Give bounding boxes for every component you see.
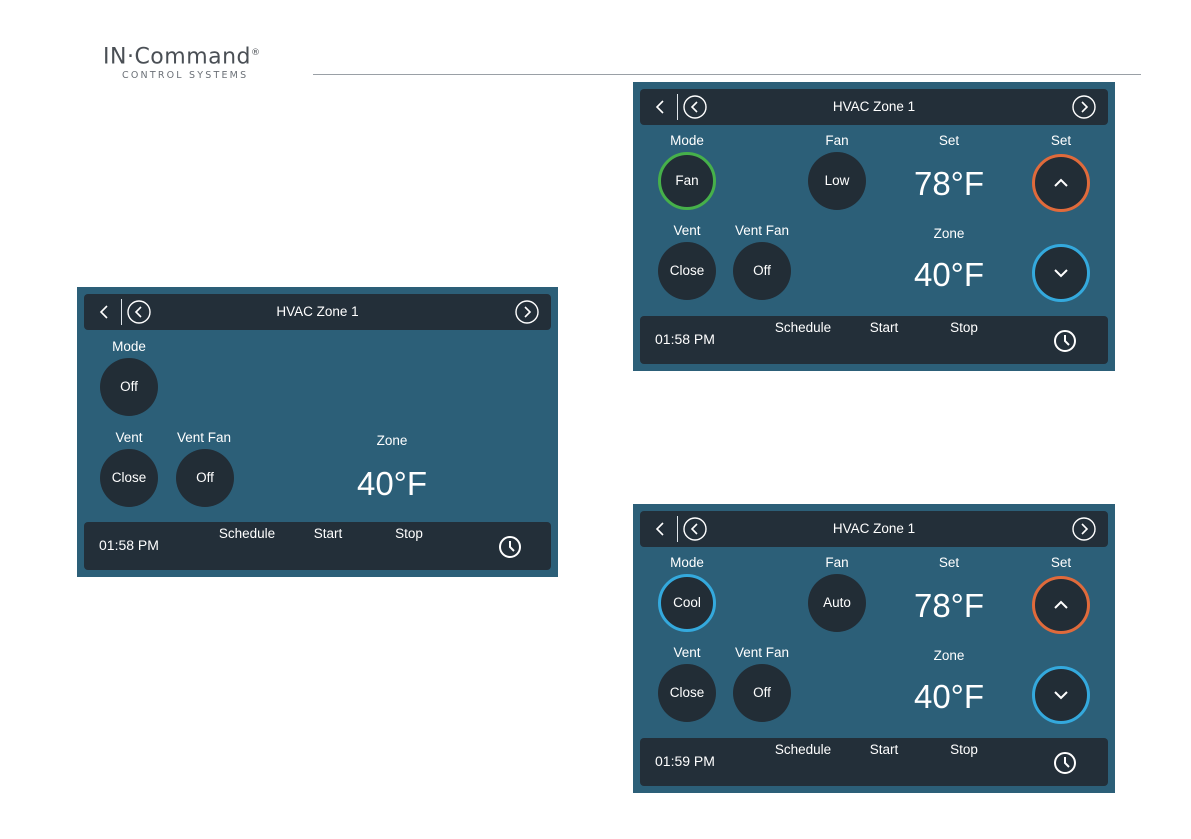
set-buttons-label: Set (1050, 133, 1072, 148)
start-button[interactable]: Start (844, 742, 924, 757)
brand-subtitle: CONTROL SYSTEMS (122, 70, 249, 82)
zone-title: HVAC Zone 1 (832, 99, 916, 114)
set-down-button[interactable] (1032, 666, 1090, 724)
fan-button[interactable]: Auto (808, 574, 866, 632)
chevron-down-icon (1054, 691, 1068, 700)
vent-button[interactable]: Close (658, 242, 716, 300)
clock-time: 01:58 PM (99, 537, 159, 553)
bottom-bar: 01:58 PM Schedule Start Stop (640, 316, 1108, 364)
fan-label: Fan (825, 133, 849, 148)
mode-button[interactable]: Fan (658, 152, 716, 210)
top-bar: HVAC Zone 1 (84, 294, 551, 330)
zone-label: Zone (376, 433, 408, 448)
zone-temperature: 40°F (913, 678, 985, 715)
bottom-bar: 01:59 PM Schedule Start Stop (640, 738, 1108, 786)
schedule-button[interactable]: Schedule (763, 742, 843, 757)
vent-fan-label: Vent Fan (734, 645, 790, 660)
mode-label: Mode (670, 133, 704, 148)
brand-logo: IN·Command® CONTROL SYSTEMS (103, 42, 261, 82)
set-temp-label: Set (938, 133, 960, 148)
clock-icon[interactable] (498, 535, 522, 559)
zone-label: Zone (933, 648, 965, 663)
set-up-button[interactable] (1032, 576, 1090, 634)
mode-button[interactable]: Off (100, 358, 158, 416)
vent-fan-label: Vent Fan (734, 223, 790, 238)
schedule-button[interactable]: Schedule (763, 320, 843, 335)
set-up-button[interactable] (1032, 154, 1090, 212)
start-button[interactable]: Start (844, 320, 924, 335)
clock-time: 01:59 PM (655, 753, 715, 769)
vent-fan-button[interactable]: Off (176, 449, 234, 507)
zone-title: HVAC Zone 1 (276, 304, 359, 319)
fan-button[interactable]: Low (808, 152, 866, 210)
brand-name: IN·Command (103, 44, 252, 70)
vent-button[interactable]: Close (658, 664, 716, 722)
header-divider (313, 74, 1141, 75)
set-temp-label: Set (938, 555, 960, 570)
set-down-button[interactable] (1032, 244, 1090, 302)
vent-fan-label: Vent Fan (176, 430, 232, 445)
zone-temperature: 40°F (913, 256, 985, 293)
brand-registered-mark: ® (251, 48, 261, 58)
set-temperature: 78°F (913, 587, 985, 624)
vent-button[interactable]: Close (100, 449, 158, 507)
stop-button[interactable]: Stop (924, 742, 1004, 757)
schedule-button[interactable]: Schedule (207, 526, 287, 541)
zone-title: HVAC Zone 1 (832, 521, 916, 536)
next-zone-icon[interactable] (1072, 517, 1096, 541)
start-button[interactable]: Start (288, 526, 368, 541)
top-bar: HVAC Zone 1 (640, 511, 1108, 547)
bottom-bar: 01:58 PM Schedule Start Stop (84, 522, 551, 570)
chevron-down-icon (1054, 269, 1068, 278)
mode-label: Mode (112, 339, 146, 354)
zone-temperature: 40°F (356, 465, 428, 502)
vent-fan-button[interactable]: Off (733, 664, 791, 722)
chevron-up-icon (1054, 600, 1068, 609)
set-temperature: 78°F (913, 165, 985, 202)
stop-button[interactable]: Stop (924, 320, 1004, 335)
mode-label: Mode (670, 555, 704, 570)
fan-label: Fan (825, 555, 849, 570)
clock-time: 01:58 PM (655, 331, 715, 347)
mode-button[interactable]: Cool (658, 574, 716, 632)
top-bar: HVAC Zone 1 (640, 89, 1108, 125)
clock-icon[interactable] (1053, 329, 1077, 353)
hvac-screen-off: HVAC Zone 1 Mode Off Vent Close Vent Fan… (77, 287, 558, 577)
hvac-screen-fan: HVAC Zone 1 Mode Fan Fan Low Set 78°F Se… (633, 82, 1115, 371)
set-buttons-label: Set (1050, 555, 1072, 570)
clock-icon[interactable] (1053, 751, 1077, 775)
zone-label: Zone (933, 226, 965, 241)
next-zone-icon[interactable] (1072, 95, 1096, 119)
stop-button[interactable]: Stop (369, 526, 449, 541)
hvac-screen-cool: HVAC Zone 1 Mode Cool Fan Auto Set 78°F … (633, 504, 1115, 793)
next-zone-icon[interactable] (515, 300, 539, 324)
vent-fan-button[interactable]: Off (733, 242, 791, 300)
chevron-up-icon (1054, 178, 1068, 187)
